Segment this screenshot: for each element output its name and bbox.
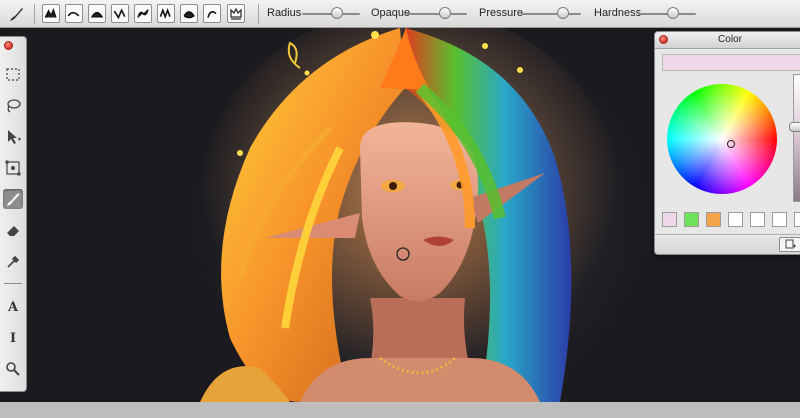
slider-label-radius: Radius [267,7,302,19]
zoom-tool[interactable] [3,359,23,379]
slider-label-hardness: Hardness [594,7,642,19]
color-swatch[interactable] [684,212,699,227]
move-arrow-icon [8,130,21,144]
toolbar-separator [34,4,35,24]
brush-stroke-icon [44,8,57,18]
slider-label-opaque: Opaque [371,7,411,19]
brush-preset-button[interactable] [88,4,106,23]
color-swatch[interactable] [772,212,787,227]
hardness-slider-knob[interactable] [666,7,679,19]
brush-stroke-icon [67,11,80,17]
transform-tool[interactable] [3,158,23,178]
color-panel: Color [654,31,800,255]
eraser-tool[interactable] [3,220,23,240]
transform-icon [5,160,21,176]
brush-preset-button[interactable] [134,4,152,23]
color-swatch[interactable] [794,212,800,227]
brush-stroke-icon [90,11,104,18]
color-swatch[interactable] [728,212,743,227]
lasso-icon [7,99,21,113]
text-cursor-tool-label: I [9,330,17,346]
tool-separator [4,283,22,284]
brush-preset-button[interactable] [203,4,221,23]
slider-label-pressure: Pressure [479,7,524,19]
text-cursor-tool[interactable]: I [3,328,23,348]
current-color-preview [662,54,800,71]
color-swatch[interactable] [706,212,721,227]
tool-palette-close-icon[interactable] [4,41,13,50]
color-wheel-cursor[interactable] [727,140,735,148]
eraser-icon [7,226,19,236]
brush-stroke-icon [207,11,217,18]
brush-stroke-icon [137,9,149,18]
add-swatch-icon [785,239,796,249]
toolbar-separator [258,4,259,24]
brush-preset-button[interactable] [42,4,60,23]
brush-icon[interactable] [6,4,26,24]
brightness-slider[interactable] [793,74,800,202]
top-toolbar: Radius Opaque Pressure Hardness [0,0,800,28]
pressure-slider[interactable] [521,13,581,15]
brightness-slider-knob[interactable] [789,122,800,132]
brush-tool[interactable] [3,189,23,209]
text-tool[interactable]: A [3,297,23,317]
opaque-slider-knob[interactable] [438,7,451,19]
brush-stroke-icon [183,11,195,19]
opaque-slider[interactable] [407,13,467,15]
brush-stroke-icon [159,8,171,19]
eyedropper-tool[interactable] [3,251,23,271]
crown-icon [230,7,242,20]
pressure-slider-knob[interactable] [557,7,569,19]
brush-preset-button[interactable] [157,4,175,23]
brush-preset-button[interactable] [111,4,129,23]
brush-stroke-icon [113,8,126,20]
tool-palette: AI [0,36,27,392]
add-swatch-button[interactable] [779,237,800,252]
brush-library-button[interactable] [227,4,245,23]
rect-select-tool[interactable] [3,65,23,85]
brush-icon [7,193,20,206]
status-bar [0,402,800,418]
color-panel-close-icon[interactable] [659,35,668,44]
color-panel-title: Color [655,32,800,49]
radius-slider-knob[interactable] [330,7,343,19]
text-tool-label: A [7,299,19,315]
magnifier-icon [6,362,20,376]
color-swatch[interactable] [750,212,765,227]
dashed-rect-icon [6,68,20,81]
brush-preset-button[interactable] [180,4,198,23]
brush-preset-button[interactable] [65,4,83,23]
lasso-tool[interactable] [3,96,23,116]
eyedropper-icon [7,255,20,268]
move-tool[interactable] [3,127,23,147]
color-swatch[interactable] [662,212,677,227]
color-wheel[interactable] [667,84,777,194]
